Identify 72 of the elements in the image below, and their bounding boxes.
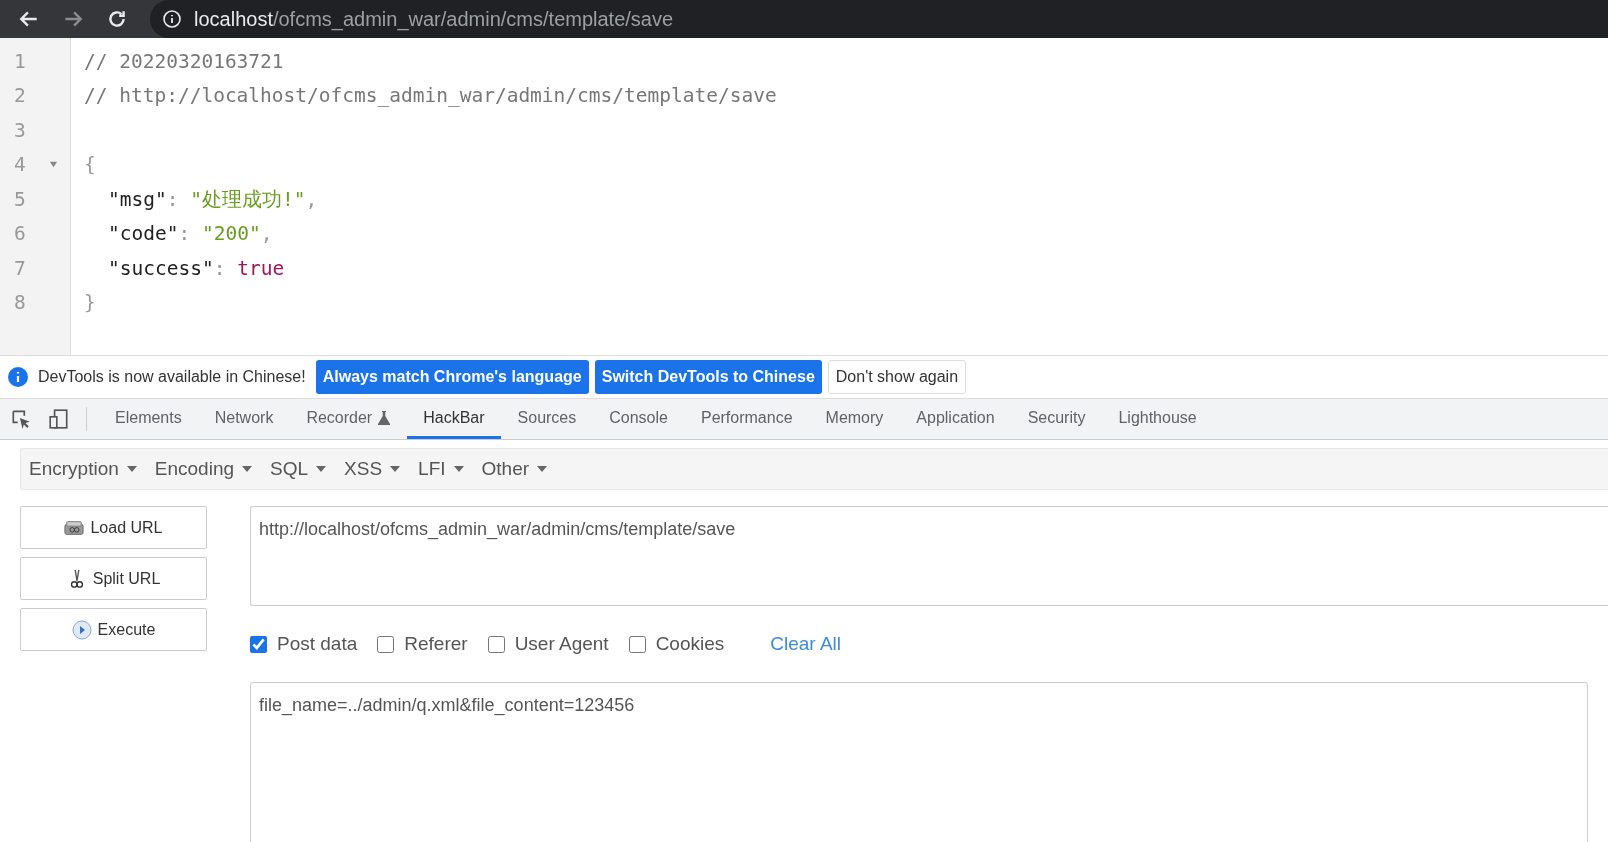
fold-triangle-icon[interactable] — [49, 160, 58, 170]
clear-all-link[interactable]: Clear All — [770, 633, 842, 655]
dropdown-menu[interactable]: Encoding — [154, 458, 252, 480]
reload-icon[interactable] — [106, 8, 128, 30]
device-toolbar-icon[interactable] — [48, 408, 70, 430]
checkbox[interactable] — [377, 635, 395, 653]
dropdown-menu[interactable]: LFI — [418, 458, 464, 480]
infobar-button[interactable]: Don't show again — [827, 360, 967, 394]
caret-icon — [242, 466, 252, 472]
caret-icon — [453, 466, 464, 472]
code-bool: true — [237, 256, 285, 280]
dropdown-menu[interactable]: Encryption — [29, 458, 137, 480]
checkbox-label: User Agent — [514, 633, 609, 655]
checkbox[interactable] — [628, 635, 646, 653]
action-button[interactable]: Load URL — [20, 506, 207, 549]
checkbox-label: Referer — [404, 633, 468, 655]
play-icon — [71, 619, 92, 640]
devtools-tab[interactable]: Console — [593, 399, 684, 439]
code-string: "200" — [201, 222, 261, 246]
code-punct: : — [213, 256, 227, 280]
code-punct: , — [260, 222, 273, 246]
dropdown-menu[interactable]: XSS — [344, 458, 401, 480]
checkbox[interactable] — [487, 635, 505, 653]
line-number: 6 — [14, 222, 26, 246]
code-key: "msg" — [108, 187, 167, 211]
dropdown-menu[interactable]: Other — [481, 458, 548, 480]
url-field[interactable]: http://localhost/ofcms_admin_war/admin/cms/template/save — [250, 506, 1608, 606]
line-number: 1 — [14, 49, 26, 73]
info-message: DevTools is now available in Chinese! — [38, 368, 306, 386]
line-number: 5 — [14, 187, 26, 211]
devtools-tab[interactable]: HackBar — [407, 399, 501, 439]
line-number: 7 — [14, 256, 26, 280]
infobar-button[interactable]: Switch DevTools to Chinese — [594, 360, 822, 394]
devtools-tab[interactable]: Sources — [501, 399, 593, 439]
code-key: "code" — [108, 222, 179, 246]
code-comment: // 20220320163721 — [84, 49, 284, 73]
infobar-button[interactable]: Always match Chrome's language — [315, 360, 589, 394]
caret-icon — [316, 466, 327, 472]
devtools-tab[interactable]: Elements — [99, 399, 198, 439]
caret-icon — [537, 466, 548, 472]
code-string: "处理成功!" — [190, 186, 306, 213]
code-comment: // http://localhost/ofcms_admin_war/admin/cms/template/save — [84, 84, 777, 108]
line-number: 4 — [14, 153, 26, 177]
devtools-tab[interactable]: Security — [1011, 399, 1102, 439]
code-punct: : — [166, 187, 180, 211]
code-punct: : — [178, 222, 192, 246]
info-icon[interactable] — [162, 9, 182, 29]
line-number: 2 — [14, 84, 26, 108]
line-number: 8 — [14, 291, 26, 315]
action-button[interactable]: Split URL — [20, 557, 207, 600]
line-number: 3 — [14, 118, 26, 142]
caret-icon — [126, 466, 137, 472]
code-punct: { — [84, 153, 96, 177]
code-punct: , — [305, 187, 318, 211]
dropdown-menu[interactable]: SQL — [270, 458, 327, 480]
devtools-tab[interactable]: Performance — [684, 399, 809, 439]
inspect-icon[interactable] — [10, 408, 32, 430]
devtools-tab[interactable]: Recorder — [290, 399, 407, 439]
devtools-tab[interactable]: Application — [900, 399, 1011, 439]
checkbox-label: Cookies — [655, 633, 725, 655]
devtools-tab[interactable]: Lighthouse — [1102, 399, 1213, 439]
code-key: "success" — [108, 256, 214, 280]
devtools-tab[interactable]: Memory — [809, 399, 900, 439]
post-data-field[interactable]: file_name=../admin/q.xml&file_content=123456 — [250, 682, 1588, 842]
caret-icon — [390, 466, 401, 472]
code-punct: } — [84, 291, 96, 315]
checkbox-label: Post data — [277, 633, 358, 655]
action-button[interactable]: Execute — [20, 608, 207, 651]
address-field[interactable]: localhost/ofcms_admin_war/admin/cms/template/save — [150, 0, 1608, 38]
checkbox[interactable] — [250, 635, 267, 653]
devtools-tab[interactable]: Network — [198, 399, 290, 439]
info-icon — [8, 367, 28, 387]
